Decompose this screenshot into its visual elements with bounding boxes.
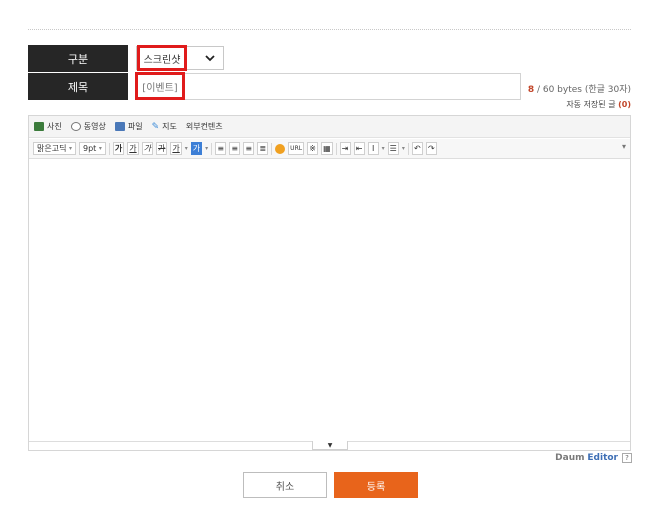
italic-button[interactable]: 가 — [141, 142, 154, 155]
title-label: 제목 — [28, 73, 128, 100]
insert-external-button[interactable]: 외부컨텐츠 — [186, 121, 223, 132]
title-input-value: [이벤트] — [135, 72, 185, 100]
insert-photo-label: 사진 — [47, 122, 62, 131]
chevron-down-icon[interactable]: ▾ — [382, 145, 385, 152]
help-icon[interactable]: ? — [622, 453, 632, 463]
special-char-icon[interactable]: ※ — [307, 142, 319, 155]
align-left-icon[interactable]: ≡ — [215, 142, 227, 155]
insert-map-label: 지도 — [162, 122, 177, 131]
rich-text-editor: 사진 동영상 파일 ✎ 지도 외부컨텐츠 맑은고딕 ▾ 9pt ▾ 가 가 가 … — [28, 115, 631, 451]
strikethrough-button[interactable]: 가 — [156, 142, 168, 155]
chevron-down-icon[interactable]: ▾ — [205, 145, 208, 152]
title-input[interactable]: [이벤트] — [135, 72, 521, 100]
byte-limit: / 60 bytes (한글 30자) — [536, 85, 631, 95]
cancel-button[interactable]: 취소 — [243, 472, 327, 498]
byte-counter: 8 / 60 bytes (한글 30자) — [528, 82, 631, 95]
undo-icon[interactable]: ↶ — [411, 142, 423, 155]
list-icon[interactable]: ☰ — [387, 142, 399, 155]
outdent-icon[interactable]: ⇤ — [353, 142, 365, 155]
redo-icon[interactable]: ↷ — [425, 142, 437, 155]
chevron-down-icon[interactable]: ▾ — [185, 145, 188, 152]
insert-external-label: 외부컨텐츠 — [185, 122, 223, 131]
toolbar-separator — [108, 142, 110, 155]
insert-photo-button[interactable]: 사진 — [34, 121, 62, 132]
insert-video-label: 동영상 — [83, 122, 106, 131]
align-center-icon[interactable]: ≡ — [229, 142, 241, 155]
resize-handle-icon[interactable]: ▼ — [312, 441, 348, 450]
title-row: 제목 [이벤트] 8 / 60 bytes (한글 30자) — [28, 72, 631, 100]
table-icon[interactable]: ▦ — [321, 142, 333, 155]
align-justify-icon[interactable]: ≣ — [257, 142, 269, 155]
chevron-down-icon: ▾ — [98, 145, 102, 152]
font-size-select[interactable]: 9pt ▾ — [79, 142, 106, 155]
bg-color-label: 가 — [192, 144, 201, 153]
editor-resize-bar[interactable]: ▼ — [29, 441, 630, 450]
category-row: 구분 스크린샷 — [28, 45, 228, 72]
insert-file-button[interactable]: 파일 — [114, 121, 143, 132]
brand-editor: Editor — [587, 453, 618, 463]
text-color-button[interactable]: 가 — [170, 142, 182, 155]
line-height-icon[interactable]: I — [367, 142, 379, 155]
autosave-link[interactable]: 자동 저장된 글 (0) — [566, 99, 631, 110]
submit-button[interactable]: 등록 — [334, 472, 418, 498]
font-family-select[interactable]: 맑은고딕 ▾ — [33, 142, 77, 155]
chevron-down-icon[interactable]: ▾ — [402, 145, 405, 152]
align-right-icon[interactable]: ≡ — [243, 142, 255, 155]
toolbar-separator — [407, 142, 409, 155]
category-select-value: 스크린샷 — [137, 45, 187, 71]
format-toolbar: 맑은고딕 ▾ 9pt ▾ 가 가 가 가 가 ▾ 가 ▾ ≡ ≡ ≡ ≣ URL… — [29, 139, 630, 159]
map-icon: ✎ — [151, 121, 160, 132]
brand-daum: Daum — [555, 453, 585, 463]
category-select[interactable]: 스크린샷 — [136, 45, 224, 71]
font-family-value: 맑은고딕 — [37, 144, 67, 153]
insert-file-label: 파일 — [127, 122, 143, 131]
category-label: 구분 — [28, 45, 128, 72]
byte-count: 8 — [527, 85, 535, 95]
video-icon — [70, 122, 81, 131]
daum-editor-brand: Daum Editor ? — [555, 453, 632, 463]
toolbar-separator — [335, 142, 337, 155]
emoticon-icon[interactable] — [275, 143, 286, 154]
bold-button[interactable]: 가 — [112, 142, 125, 155]
editor-content-area[interactable] — [29, 160, 630, 442]
toolbar-separator — [211, 142, 213, 155]
photo-icon — [34, 122, 44, 131]
chevron-down-icon: ▾ — [69, 145, 73, 152]
file-icon — [114, 122, 125, 131]
bg-color-button[interactable]: 가 — [190, 142, 203, 155]
autosave-label: 자동 저장된 글 — [566, 100, 616, 109]
font-size-value: 9pt — [83, 144, 97, 153]
toolbar-more-icon[interactable]: ▾ — [622, 142, 626, 151]
toolbar-separator — [271, 142, 273, 155]
autosave-count: (0) — [618, 100, 631, 109]
chevron-down-icon — [205, 55, 215, 62]
insert-map-button[interactable]: ✎ 지도 — [152, 121, 177, 132]
underline-button[interactable]: 가 — [127, 142, 139, 155]
insert-toolbar: 사진 동영상 파일 ✎ 지도 외부컨텐츠 — [29, 116, 630, 138]
top-divider — [28, 29, 631, 30]
link-button[interactable]: URL — [288, 142, 305, 155]
insert-video-button[interactable]: 동영상 — [70, 121, 106, 132]
link-label: URL — [290, 145, 303, 152]
indent-icon[interactable]: ⇥ — [339, 142, 351, 155]
